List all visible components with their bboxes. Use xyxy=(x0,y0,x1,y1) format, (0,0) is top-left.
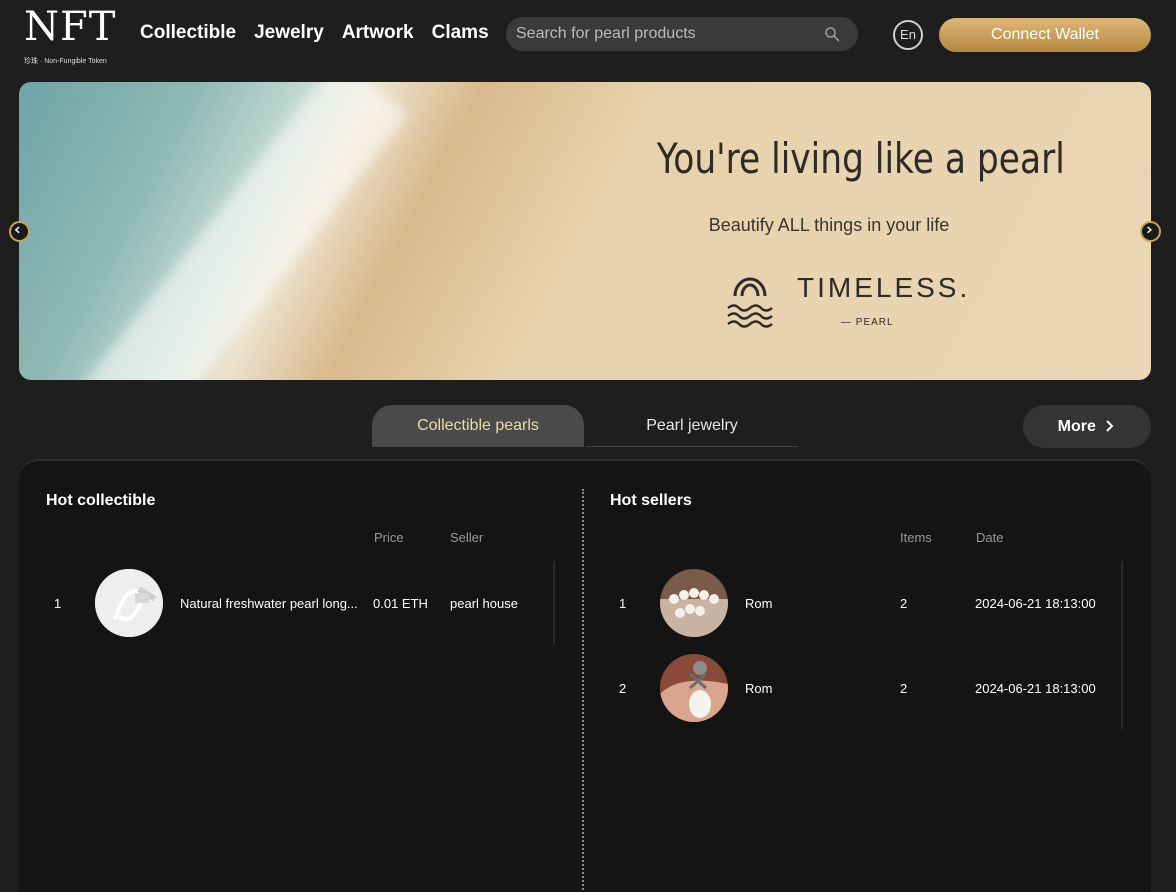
banner-title: You're living like a pearl xyxy=(656,134,1065,183)
connect-wallet-button[interactable]: Connect Wallet xyxy=(939,18,1151,52)
search-icon[interactable] xyxy=(824,26,840,42)
product-price: 0.01 ETH xyxy=(373,596,428,611)
col-date: Date xyxy=(976,530,1004,545)
scrollbar[interactable] xyxy=(1121,561,1123,729)
language-button[interactable]: En xyxy=(893,20,923,50)
hot-sellers-title: Hot sellers xyxy=(610,492,692,509)
nft-logo[interactable]: NFT 珍珠 · Non-Fungible Token xyxy=(24,4,120,66)
col-price: Price xyxy=(374,530,404,545)
wave-foam-decoration xyxy=(79,82,409,380)
search-input[interactable] xyxy=(516,17,816,51)
seller-date: 2024-06-21 18:13:00 xyxy=(975,681,1096,696)
brand-name: TIMELESS. xyxy=(797,272,971,303)
col-seller: Seller xyxy=(450,530,484,545)
seller-items: 2 xyxy=(900,596,908,611)
banner-subtitle: Beautify ALL things in your life xyxy=(708,215,950,235)
chevron-right-icon xyxy=(1147,226,1153,234)
row-rank: 2 xyxy=(619,681,627,696)
logo-subtext: 珍珠 · Non-Fungible Token xyxy=(24,58,107,65)
chevron-left-icon xyxy=(14,226,20,234)
hot-collectible-title: Hot collectible xyxy=(46,492,156,509)
banner-prev-button[interactable] xyxy=(9,221,30,242)
top-header: NFT 珍珠 · Non-Fungible Token Collectible … xyxy=(0,0,1176,70)
rankings-panel: Hot collectible Price Seller 1 Natural f… xyxy=(19,459,1151,892)
seller-avatar[interactable] xyxy=(660,654,728,722)
nav-artwork[interactable]: Artwork xyxy=(342,22,414,44)
seller-date: 2024-06-21 18:13:00 xyxy=(975,596,1096,611)
tab-collectible-pearls[interactable]: Collectible pearls xyxy=(372,405,584,447)
pearl-ring-image xyxy=(660,654,728,722)
col-items: Items xyxy=(900,530,932,545)
nav-collectible[interactable]: Collectible xyxy=(140,22,236,44)
brand-subtitle: — PEARL xyxy=(841,317,894,328)
row-rank: 1 xyxy=(619,596,627,611)
scrollbar[interactable] xyxy=(553,561,555,645)
chevron-right-icon xyxy=(1106,420,1114,432)
nav-clams[interactable]: Clams xyxy=(432,22,489,44)
more-label: More xyxy=(1057,418,1096,435)
timeless-logo-icon xyxy=(727,277,773,328)
pearl-necklace-image xyxy=(95,569,163,637)
seller-name[interactable]: Rom xyxy=(745,681,772,696)
row-rank: 1 xyxy=(54,596,62,611)
product-name[interactable]: Natural freshwater pearl long... xyxy=(180,596,358,611)
product-thumbnail[interactable] xyxy=(95,569,163,637)
hero-banner: You're living like a pearl Beautify ALL … xyxy=(19,82,1151,380)
logo-text: NFT xyxy=(24,4,117,50)
panel-divider xyxy=(582,489,584,892)
tab-pearl-jewelry[interactable]: Pearl jewelry xyxy=(586,405,798,447)
seller-name[interactable]: Rom xyxy=(745,596,772,611)
banner-next-button[interactable] xyxy=(1140,221,1161,242)
main-nav: Collectible Jewelry Artwork Clams xyxy=(140,22,489,44)
seller-avatar[interactable] xyxy=(660,569,728,637)
seller-items: 2 xyxy=(900,681,908,696)
pearl-strand-image xyxy=(660,569,728,637)
product-seller[interactable]: pearl house xyxy=(450,596,518,611)
more-button[interactable]: More xyxy=(1023,405,1151,448)
nav-jewelry[interactable]: Jewelry xyxy=(254,22,324,44)
search-bar xyxy=(506,17,858,51)
